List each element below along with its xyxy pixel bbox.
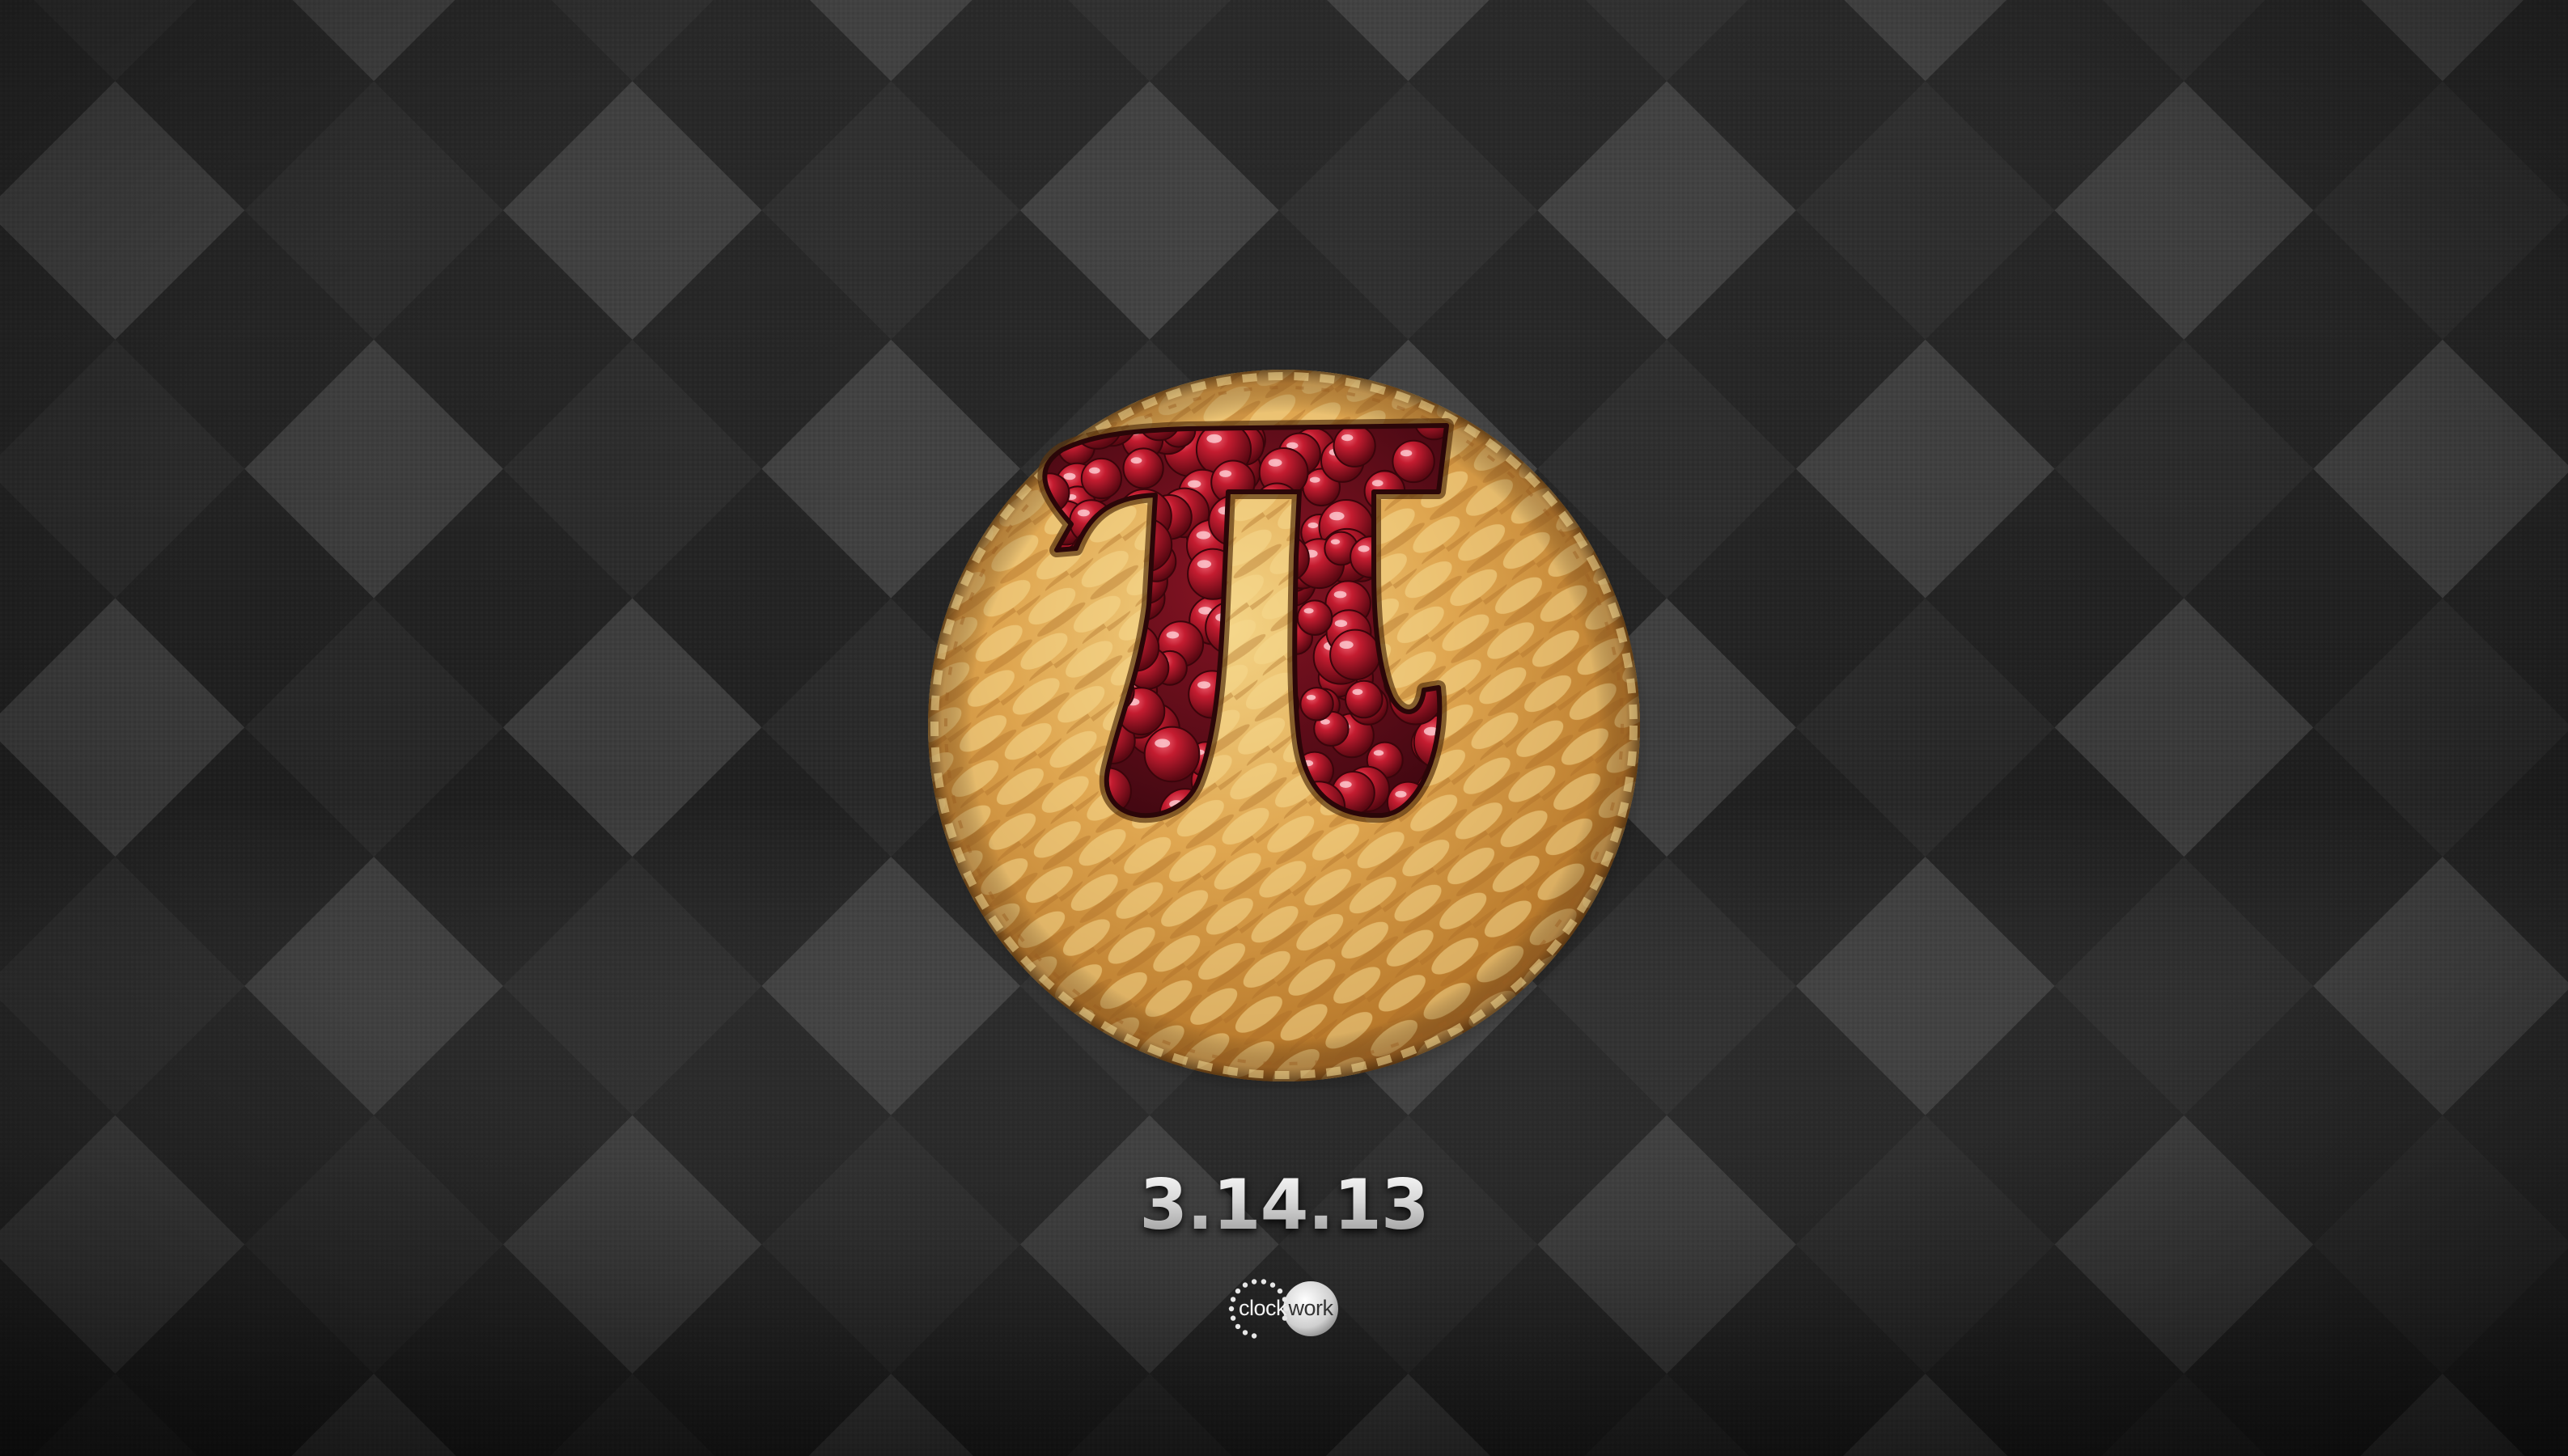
cherry-highlight [1352, 688, 1363, 696]
cherry-highlight [1197, 560, 1212, 569]
logo-dot [1261, 1279, 1267, 1285]
cherry-highlight [1333, 590, 1347, 599]
cherry-highlight [1197, 681, 1211, 689]
cherry [1296, 599, 1333, 637]
logo-dot [1242, 1330, 1248, 1335]
cherry-highlight [1329, 511, 1345, 521]
cherry-highlight [1130, 457, 1142, 464]
cherry-highlight [1166, 631, 1180, 639]
cherry-highlight [1400, 450, 1413, 457]
cherry-highlight [1341, 434, 1354, 442]
cherry-highlight [1306, 695, 1316, 700]
cherry-highlight [1339, 641, 1354, 649]
logo-text-work: work [1288, 1296, 1333, 1320]
cherry-highlight [1196, 531, 1211, 540]
cherry-highlight [1063, 472, 1076, 480]
cherry-highlight [1077, 509, 1090, 517]
cherry [1329, 629, 1381, 681]
cherry-highlight [1219, 470, 1232, 477]
cherry-highlight [1268, 459, 1282, 467]
cherry [1143, 726, 1201, 783]
wallpaper: 3.14.13 clock work [0, 0, 2568, 1456]
cherry [1333, 425, 1376, 468]
cherry-highlight [1309, 476, 1320, 483]
cherry-highlight [1082, 410, 1095, 418]
cherry [1392, 439, 1435, 484]
logo-dot [1251, 1333, 1257, 1339]
cherry [1299, 687, 1334, 722]
logo-dot [1251, 1279, 1257, 1285]
cherry-highlight [1307, 522, 1319, 529]
logo-dot [1235, 1288, 1241, 1294]
cherry-highlight [1095, 406, 1109, 414]
cherry-highlight [1330, 539, 1341, 545]
cherry [1080, 457, 1122, 500]
cherry-highlight [1088, 467, 1100, 474]
cherry-highlight [1206, 434, 1223, 443]
cherry [1122, 447, 1164, 489]
date-label: 3.14.13 [1122, 1165, 1446, 1246]
cherry-highlight [1395, 790, 1407, 798]
cherry-highlight [1303, 607, 1314, 614]
clockwork-logo: clock work [1227, 1276, 1341, 1341]
cherry-highlight [1358, 545, 1370, 552]
logo-dot [1242, 1282, 1248, 1288]
cherry [1345, 679, 1384, 719]
cherry-highlight [1062, 415, 1074, 422]
cherry-highlight [1373, 750, 1384, 756]
cherry-highlight [1188, 480, 1201, 488]
cherry-highlight [1371, 480, 1384, 487]
logo-dot [1277, 1288, 1283, 1294]
logo-text-clock: clock [1238, 1296, 1287, 1320]
cherry-highlight [1155, 739, 1171, 748]
logo-dot [1235, 1323, 1241, 1330]
cherry-highlight [1334, 620, 1348, 628]
cherry-highlight [1339, 781, 1352, 788]
logo-dot [1269, 1282, 1276, 1288]
cherry-pie-icon [928, 370, 1647, 1089]
